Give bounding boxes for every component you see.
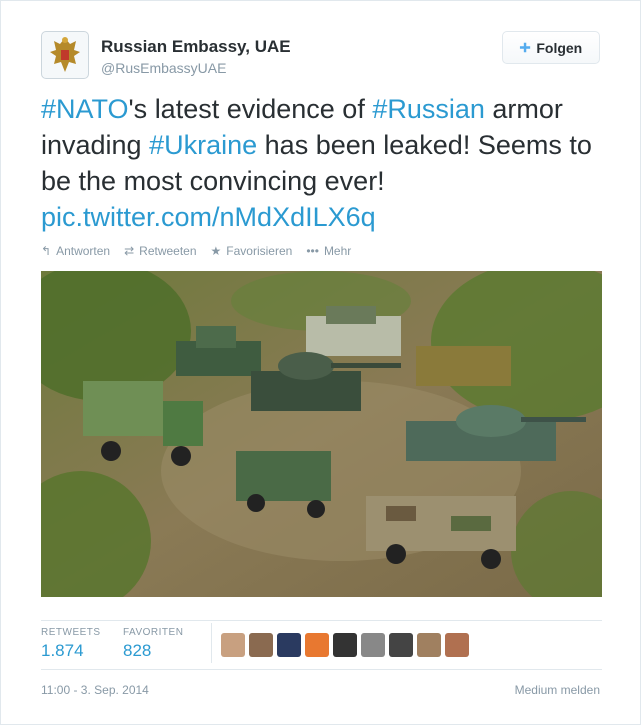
tweet-actions: ↰ Antworten ⇄ Retweeten ★ Favorisieren •…	[41, 244, 351, 258]
user-name[interactable]: Russian Embassy, UAE	[101, 37, 291, 57]
tweet-text: #NATO's latest evidence of #Russian armo…	[41, 91, 601, 235]
more-label: Mehr	[323, 244, 352, 258]
follow-label: Folgen	[536, 39, 583, 56]
favoriter-avatar[interactable]	[277, 633, 301, 657]
hashtag-russian[interactable]: #Russian	[372, 94, 485, 124]
retweet-button[interactable]: ⇄ Retweeten	[124, 244, 196, 258]
favoriter-avatar[interactable]	[389, 633, 413, 657]
star-icon: ★	[210, 244, 222, 258]
stats-separator	[211, 623, 212, 663]
tweet-card: Russian Embassy, UAE @RusEmbassyUAE ➕︎ F…	[0, 0, 641, 725]
hashtag-nato[interactable]: #NATO	[41, 94, 129, 124]
favorites-label: FAVORITEN	[123, 627, 184, 638]
favorite-button[interactable]: ★ Favorisieren	[211, 244, 293, 258]
favorite-label: Favorisieren	[226, 244, 293, 258]
favorites-count[interactable]: 828	[123, 641, 151, 661]
favoriter-avatar[interactable]	[333, 633, 357, 657]
add-user-icon: ➕︎	[519, 39, 531, 55]
retweet-label: Retweeten	[139, 244, 197, 258]
coat-of-arms-icon	[50, 37, 80, 72]
favoriter-avatar[interactable]	[417, 633, 441, 657]
favoriter-avatar[interactable]	[445, 633, 469, 657]
tweet-text-segment: 's latest evidence of	[128, 94, 373, 124]
user-handle[interactable]: @RusEmbassyUAE	[101, 60, 226, 76]
retweets-label: RETWEETS	[41, 627, 101, 638]
favoriter-avatar[interactable]	[305, 633, 329, 657]
divider	[41, 669, 602, 670]
favoriter-avatar[interactable]	[361, 633, 385, 657]
tweet-photo[interactable]	[41, 271, 602, 597]
divider	[41, 620, 602, 621]
retweets-count[interactable]: 1.874	[41, 641, 84, 661]
hashtag-ukraine[interactable]: #Ukraine	[149, 130, 257, 160]
media-link[interactable]: pic.twitter.com/nMdXdILX6q	[41, 202, 376, 232]
favoriter-avatars	[221, 633, 469, 657]
reply-label: Antworten	[56, 244, 111, 258]
favoriter-avatar[interactable]	[221, 633, 245, 657]
more-icon: •••	[306, 244, 319, 258]
report-media-link[interactable]: Medium melden	[515, 683, 600, 697]
retweet-icon: ⇄	[124, 244, 135, 258]
favoriter-avatar[interactable]	[249, 633, 273, 657]
follow-button[interactable]: ➕︎ Folgen	[502, 31, 600, 64]
avatar[interactable]	[41, 31, 89, 79]
tweet-timestamp[interactable]: 11:00 - 3. Sep. 2014	[41, 683, 149, 697]
more-button[interactable]: ••• Mehr	[306, 244, 351, 258]
reply-button[interactable]: ↰ Antworten	[41, 244, 110, 258]
reply-icon: ↰	[41, 244, 52, 258]
toy-tanks-photo	[41, 271, 602, 597]
